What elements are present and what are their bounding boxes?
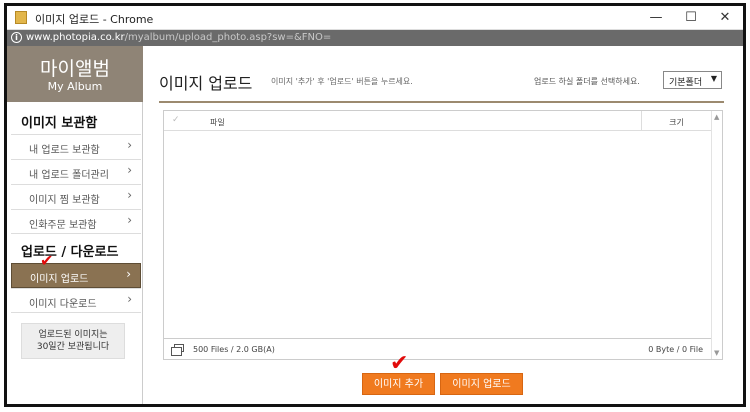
chevron-right-icon: ›: [127, 163, 132, 177]
logo-subtitle: My Album: [47, 80, 103, 93]
title-divider: [159, 101, 724, 103]
chevron-right-icon: ›: [127, 213, 132, 227]
page-title: 이미지 업로드: [159, 74, 253, 93]
sidebar: 마이앨범 My Album 이미지 보관함 내 업로드 보관함 › 내 업로드 …: [7, 46, 143, 404]
chevron-right-icon: ›: [127, 188, 132, 202]
files-icon: [171, 344, 184, 356]
checkmark-icon: ✔: [40, 251, 54, 270]
info-icon[interactable]: i: [11, 32, 22, 43]
sidebar-item-label: 이미지 업로드: [30, 274, 89, 285]
folder-select-value: 기본폴더: [669, 78, 703, 88]
table-header: ✓ 파일 크기: [164, 111, 711, 131]
chevron-right-icon: ›: [126, 267, 131, 281]
chevron-right-icon: ›: [127, 138, 132, 152]
window-title: 이미지 업로드 - Chrome: [35, 13, 154, 26]
url-text: www.photopia.co.kr/myalbum/upload_photo.…: [26, 32, 331, 43]
column-header-size: 크기: [641, 111, 711, 131]
section-title-transfer: 업로드 / 다운로드: [21, 245, 119, 260]
checkmark-icon: ✔: [390, 351, 409, 376]
file-limit: 500 Files / 2.0 GB(A): [193, 345, 275, 354]
notice-text: 업로드된 이미지는 30일간 보관됩니다: [36, 330, 110, 352]
sidebar-item-my-uploads[interactable]: 내 업로드 보관함 ›: [11, 134, 141, 159]
logo-title: 마이앨범: [40, 58, 110, 80]
folder-label: 업로드 하실 폴더를 선택하세요.: [534, 77, 640, 86]
sidebar-item-label: 내 업로드 폴더관리: [29, 170, 109, 181]
retention-notice: 업로드된 이미지는 30일간 보관됩니다: [21, 323, 125, 359]
page-hint: 이미지 '추가' 후 '업로드' 버튼을 누르세요.: [271, 77, 413, 86]
sidebar-item-label: 내 업로드 보관함: [29, 145, 100, 156]
column-header-file: 파일: [210, 118, 225, 127]
file-table[interactable]: ✓ 파일 크기 ▲ ▼ 500 Files / 2.0 GB(A) 0 Byte…: [163, 110, 723, 360]
main-content: 이미지 업로드 이미지 '추가' 후 '업로드' 버튼을 누르세요. 업로드 하…: [144, 46, 743, 404]
scroll-down-icon[interactable]: ▼: [714, 349, 719, 357]
add-image-button[interactable]: 이미지 추가: [362, 373, 435, 395]
sidebar-item-label: 이미지 다운로드: [29, 299, 97, 310]
sidebar-item-label: 이미지 찜 보관함: [29, 195, 100, 206]
my-album-logo[interactable]: 마이앨범 My Album: [7, 46, 143, 102]
folder-select[interactable]: 기본폴더 ▼: [663, 71, 722, 89]
sidebar-item-image-download[interactable]: 이미지 다운로드 ›: [11, 288, 141, 313]
sidebar-item-label: 인화주문 보관함: [29, 220, 97, 231]
section-title-storage: 이미지 보관함: [21, 116, 98, 131]
upload-image-button[interactable]: 이미지 업로드: [440, 373, 523, 395]
browser-window: 이미지 업로드 - Chrome — ☐ ✕ i www.photopia.co…: [4, 3, 746, 407]
title-bar: 이미지 업로드 - Chrome — ☐ ✕: [7, 6, 743, 30]
scroll-up-icon[interactable]: ▲: [714, 113, 719, 121]
minimize-button[interactable]: —: [641, 8, 671, 28]
table-scrollbar[interactable]: ▲ ▼: [711, 111, 723, 359]
sidebar-item-print-orders[interactable]: 인화주문 보관함 ›: [11, 209, 141, 234]
app-icon: [15, 11, 27, 24]
url-path: /myalbum/upload_photo.asp?sw=&FNO=: [124, 32, 332, 43]
chevron-right-icon: ›: [127, 292, 132, 306]
dropdown-arrow-icon: ▼: [710, 74, 717, 83]
sidebar-item-favorites[interactable]: 이미지 찜 보관함 ›: [11, 184, 141, 209]
table-footer: 500 Files / 2.0 GB(A) 0 Byte / 0 File: [164, 338, 711, 359]
url-host: www.photopia.co.kr: [26, 32, 125, 43]
sidebar-item-folder-manage[interactable]: 내 업로드 폴더관리 ›: [11, 159, 141, 184]
address-bar[interactable]: i www.photopia.co.kr/myalbum/upload_phot…: [7, 30, 743, 46]
select-all-checkbox-icon[interactable]: ✓: [172, 115, 180, 125]
sidebar-item-image-upload[interactable]: 이미지 업로드 ›: [11, 263, 141, 288]
maximize-button[interactable]: ☐: [676, 8, 706, 28]
selected-size: 0 Byte / 0 File: [648, 345, 703, 354]
close-button[interactable]: ✕: [710, 8, 740, 28]
